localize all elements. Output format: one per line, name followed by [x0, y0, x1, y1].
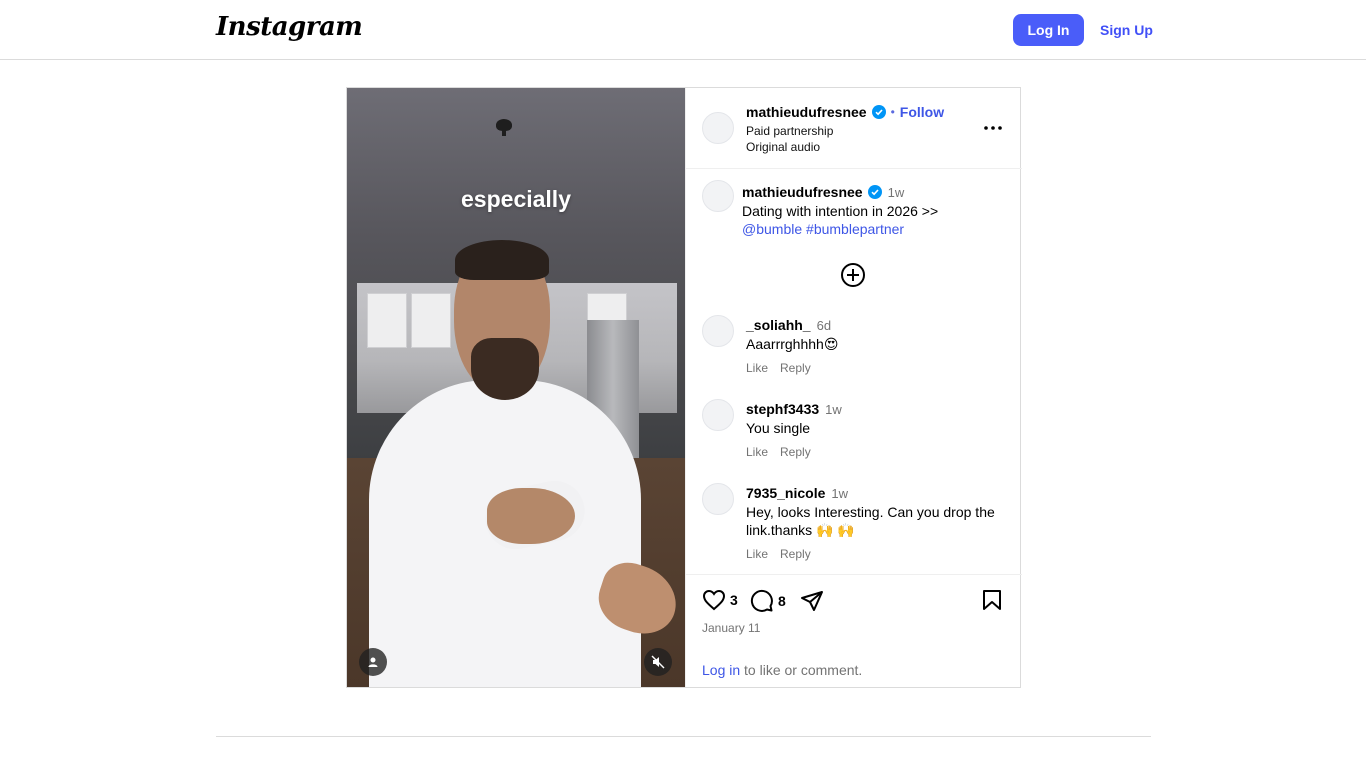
- follow-button[interactable]: Follow: [900, 104, 944, 120]
- comment-actions: Like Reply: [746, 547, 811, 561]
- comment-item: 7935_nicole 1w Hey, looks Interesting. C…: [686, 483, 1022, 563]
- avatar[interactable]: [702, 315, 734, 347]
- separator-dot: •: [890, 105, 895, 119]
- verified-badge-icon: [867, 185, 882, 199]
- comment-like-button[interactable]: Like: [746, 445, 768, 459]
- video-cabinet: [411, 293, 451, 348]
- comment-like-button[interactable]: Like: [746, 547, 768, 561]
- comment-actions: Like Reply: [746, 361, 811, 375]
- hashtag-link[interactable]: #bumblepartner: [806, 221, 904, 237]
- load-more-comments-icon[interactable]: [840, 262, 866, 288]
- comment-author: _soliahh_ 6d: [746, 317, 831, 333]
- video-person-hair: [455, 240, 549, 280]
- login-button[interactable]: Log In: [1013, 14, 1084, 46]
- heart-icon: [702, 589, 726, 611]
- comment-like-button[interactable]: Like: [746, 361, 768, 375]
- comment-reply-button[interactable]: Reply: [780, 445, 811, 459]
- comment-time: 1w: [831, 485, 849, 501]
- avatar[interactable]: [702, 399, 734, 431]
- comment-time: 1w: [825, 401, 842, 417]
- video-person-beard: [471, 338, 539, 400]
- comment-item: _soliahh_ 6d Aaarrrghhhh😍 Like Reply: [686, 315, 1022, 385]
- login-prompt-text: to like or comment.: [740, 662, 863, 678]
- comment-time: 6d: [816, 317, 832, 333]
- post-date: January 11: [702, 621, 761, 635]
- comment-reply-button[interactable]: Reply: [780, 547, 811, 561]
- more-options-icon[interactable]: [982, 118, 1004, 138]
- comment-item: stephf3433 1w You single Like Reply: [686, 399, 1022, 469]
- like-count: 3: [730, 592, 738, 608]
- caption-text: Dating with intention in 2026 >> @bumble…: [742, 202, 1002, 238]
- verified-badge-icon: [871, 105, 886, 119]
- author-username[interactable]: mathieudufresnee: [746, 104, 867, 120]
- mention-link[interactable]: @bumble: [742, 221, 802, 237]
- post-actions-bar: 3 8 January 11 Log in to like or comment…: [686, 574, 1022, 687]
- save-button[interactable]: [982, 589, 1002, 611]
- comment-author: stephf3433 1w: [746, 401, 842, 417]
- avatar[interactable]: [702, 112, 734, 144]
- bookmark-icon: [982, 589, 1002, 611]
- paid-partnership-label[interactable]: Paid partnership: [746, 124, 833, 138]
- share-icon: [800, 589, 824, 613]
- video-caption-overlay: especially: [461, 186, 571, 212]
- comment-reply-button[interactable]: Reply: [780, 361, 811, 375]
- caption-time: 1w: [887, 184, 905, 200]
- comment-text: Aaarrrghhhh😍: [746, 336, 839, 352]
- comment-username[interactable]: stephf3433: [746, 401, 819, 417]
- video-person-hand: [487, 488, 575, 544]
- avatar[interactable]: [702, 483, 734, 515]
- post-author: mathieudufresnee • Follow: [746, 104, 944, 120]
- comment-button[interactable]: 8: [750, 589, 786, 613]
- comment-text: Hey, looks Interesting. Can you drop the…: [746, 504, 995, 538]
- comment-username[interactable]: _soliahh_: [746, 317, 811, 333]
- avatar[interactable]: [702, 180, 734, 212]
- like-button[interactable]: 3: [702, 589, 738, 611]
- signup-button[interactable]: Sign Up: [1092, 14, 1161, 46]
- post-video[interactable]: especially: [347, 88, 685, 687]
- comment-icon: [750, 589, 774, 613]
- comment-actions: Like Reply: [746, 445, 811, 459]
- ceiling-light: [496, 119, 512, 136]
- post-card: especially mathieudufresnee • Follow Pai…: [346, 87, 1022, 688]
- share-button[interactable]: [800, 589, 824, 613]
- caption-body: Dating with intention in 2026 >>: [742, 203, 939, 219]
- login-link[interactable]: Log in: [702, 662, 740, 678]
- top-navigation: Instagram Log In Sign Up: [0, 0, 1366, 60]
- audio-label[interactable]: Original audio: [746, 140, 820, 154]
- comment-text: You single: [746, 420, 811, 436]
- caption-username[interactable]: mathieudufresnee: [742, 184, 863, 200]
- user-tag-icon[interactable]: [359, 648, 387, 676]
- comment-author: 7935_nicole 1w: [746, 485, 848, 501]
- post-side-panel: mathieudufresnee • Follow Paid partnersh…: [685, 88, 1022, 687]
- login-prompt: Log in to like or comment.: [702, 662, 862, 678]
- footer-divider: [216, 736, 1151, 737]
- video-cabinet: [367, 293, 407, 348]
- instagram-logo[interactable]: Instagram: [216, 12, 363, 42]
- caption-author: mathieudufresnee 1w: [742, 184, 904, 200]
- comment-count: 8: [778, 593, 786, 609]
- mute-icon[interactable]: [644, 648, 672, 676]
- post-header: mathieudufresnee • Follow Paid partnersh…: [686, 88, 1022, 169]
- comment-username[interactable]: 7935_nicole: [746, 485, 825, 501]
